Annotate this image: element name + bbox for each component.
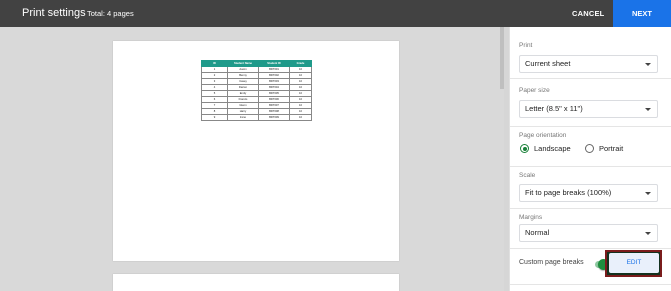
- margins-value: Normal: [525, 228, 550, 237]
- cancel-button[interactable]: CANCEL: [572, 9, 604, 18]
- chevron-down-icon: [645, 108, 651, 111]
- scale-label: Scale: [519, 172, 536, 179]
- table-cell: 9: [201, 114, 228, 121]
- paper-size-section: Paper size Letter (8.5" x 11"): [510, 79, 671, 127]
- portrait-radio[interactable]: [585, 144, 594, 153]
- sheet-table: ID Student Name Student ID Grade 1 Aaron B…: [201, 60, 312, 121]
- paper-size-value: Letter (8.5" x 11"): [525, 104, 583, 113]
- margins-select[interactable]: Normal: [519, 224, 658, 242]
- margins-section: Margins Normal: [510, 209, 671, 249]
- print-preview-area[interactable]: ID Student Name Student ID Grade 1 Aaron B…: [0, 27, 504, 291]
- print-select-value: Current sheet: [525, 59, 571, 68]
- paper-size-label: Paper size: [519, 87, 550, 94]
- landscape-radio[interactable]: [520, 144, 529, 153]
- chevron-down-icon: [645, 232, 651, 235]
- page-count: Total: 4 pages: [87, 9, 134, 18]
- page-title: Print settings: [22, 7, 86, 19]
- scale-select[interactable]: Fit to page breaks (100%): [519, 184, 658, 202]
- table-cell: BDT009: [258, 114, 290, 121]
- chevron-down-icon: [645, 192, 651, 195]
- table-row: 9 Irene BDT009 10: [201, 114, 312, 121]
- scale-value: Fit to page breaks (100%): [525, 188, 612, 197]
- next-button[interactable]: NEXT: [613, 0, 671, 27]
- page-breaks-label: Custom page breaks: [519, 259, 584, 266]
- paper-size-select[interactable]: Letter (8.5" x 11"): [519, 100, 658, 118]
- scale-section: Scale Fit to page breaks (100%): [510, 167, 671, 209]
- print-section: Print Current sheet: [510, 27, 671, 79]
- orientation-label: Page orientation: [519, 132, 567, 139]
- portrait-label[interactable]: Portrait: [599, 144, 623, 153]
- chevron-down-icon: [645, 63, 651, 66]
- table-cell: 10: [289, 114, 312, 121]
- landscape-label[interactable]: Landscape: [534, 144, 571, 153]
- edit-page-breaks-button[interactable]: EDIT: [609, 253, 659, 273]
- preview-page-next: [113, 274, 399, 291]
- print-select[interactable]: Current sheet: [519, 55, 658, 73]
- margins-label: Margins: [519, 214, 543, 221]
- preview-page: ID Student Name Student ID Grade 1 Aaron B…: [113, 41, 399, 261]
- print-label: Print: [519, 42, 533, 49]
- top-bar: Print settings Total: 4 pages CANCEL NEX…: [0, 0, 671, 27]
- preview-scrollbar[interactable]: [500, 27, 504, 89]
- table-cell: Irene: [227, 114, 259, 121]
